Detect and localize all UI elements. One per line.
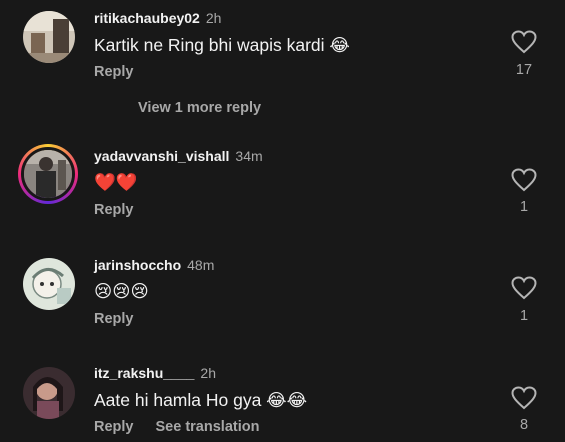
comment-meta: jarinshoccho 48m	[94, 257, 214, 273]
reply-button[interactable]: Reply	[94, 202, 134, 218]
avatar[interactable]	[23, 258, 75, 310]
comment-actions: Reply See translation	[94, 419, 259, 435]
avatar-image	[21, 147, 75, 201]
username[interactable]: ritikachaubey02	[94, 10, 200, 26]
like-count: 8	[519, 417, 529, 433]
heart-outline-icon[interactable]	[511, 30, 537, 54]
like-count: 17	[515, 62, 533, 78]
comment-text: ❤️❤️	[94, 172, 138, 192]
comment-text: 😢😢😢	[94, 281, 149, 301]
avatar-image	[23, 367, 75, 419]
comment-item: itz_rakshu____ 2h Aate hi hamla Ho gya 😂😂…	[0, 358, 565, 442]
timestamp: 2h	[200, 365, 216, 381]
reply-button[interactable]: Reply	[94, 311, 134, 327]
comment-actions: Reply	[94, 64, 134, 80]
timestamp: 2h	[205, 10, 222, 26]
avatar-image	[23, 11, 75, 63]
comment-meta: itz_rakshu____ 2h	[94, 365, 216, 381]
like-count: 1	[519, 199, 529, 215]
comment-meta: yadavvanshi_vishall 34m	[94, 148, 263, 164]
comment-actions: Reply	[94, 311, 134, 327]
timestamp: 48m	[187, 257, 215, 273]
heart-outline-icon[interactable]	[511, 168, 537, 192]
reply-button[interactable]: Reply	[94, 419, 134, 435]
username[interactable]: jarinshoccho	[94, 257, 181, 273]
username[interactable]: itz_rakshu____	[94, 365, 194, 381]
timestamp: 34m	[235, 148, 263, 164]
heart-outline-icon[interactable]	[511, 276, 537, 300]
view-more-replies-button[interactable]: View 1 more reply	[138, 100, 261, 116]
comment-text: Kartik ne Ring bhi wapis kardi 😂	[94, 35, 350, 55]
comment-meta: ritikachaubey02 2h	[94, 10, 221, 26]
avatar-image	[23, 258, 75, 310]
comment-actions: Reply	[94, 202, 134, 218]
reply-button[interactable]: Reply	[94, 64, 134, 80]
avatar[interactable]	[23, 367, 75, 419]
avatar[interactable]	[23, 11, 75, 63]
avatar[interactable]	[18, 144, 78, 204]
comment-item: yadavvanshi_vishall 34m ❤️❤️ Reply 1	[0, 140, 565, 230]
like-count: 1	[519, 308, 529, 324]
comment-item: jarinshoccho 48m 😢😢😢 Reply 1	[0, 250, 565, 340]
see-translation-button[interactable]: See translation	[156, 419, 260, 435]
comment-item: ritikachaubey02 2h Kartik ne Ring bhi wap…	[0, 0, 565, 95]
comment-text: Aate hi hamla Ho gya 😂😂	[94, 390, 308, 410]
heart-outline-icon[interactable]	[511, 386, 537, 410]
username[interactable]: yadavvanshi_vishall	[94, 148, 229, 164]
